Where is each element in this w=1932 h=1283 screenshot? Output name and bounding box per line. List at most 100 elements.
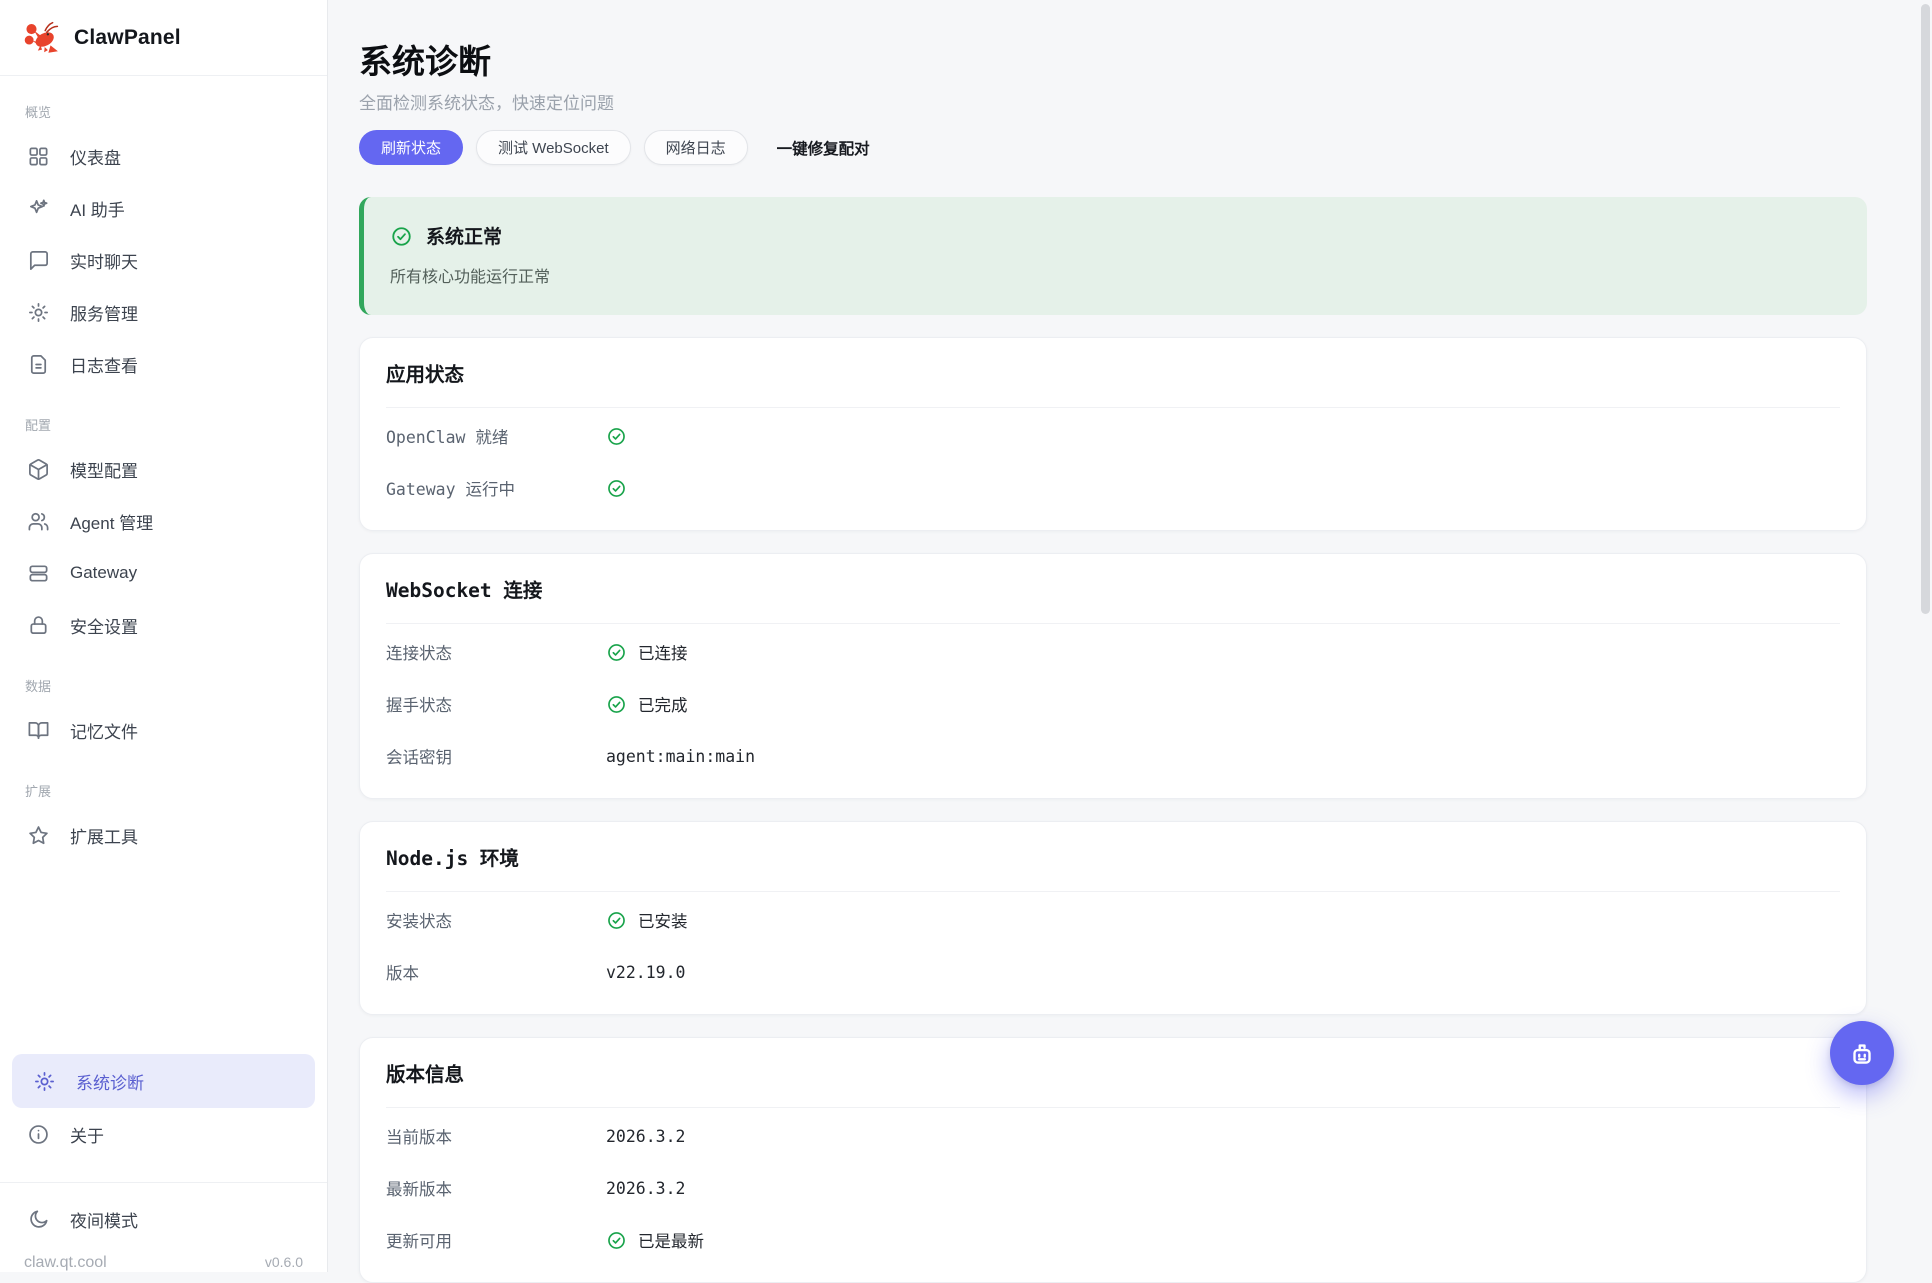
- card-version-info: 版本信息 当前版本 2026.3.2 最新版本 2026.3.2 更新可用 已是…: [359, 1037, 1867, 1283]
- lock-icon: [27, 614, 50, 637]
- divider: [386, 891, 1840, 892]
- sidebar-item-agent-management[interactable]: Agent 管理: [0, 495, 327, 547]
- status-row: 当前版本 2026.3.2: [386, 1110, 1840, 1162]
- server-icon: [27, 562, 50, 585]
- night-mode-label: 夜间模式: [70, 1207, 138, 1232]
- row-label: 会话密钥: [386, 744, 606, 768]
- sidebar-item-label: 模型配置: [70, 457, 138, 482]
- cube-icon: [27, 458, 50, 481]
- assistant-fab-button[interactable]: [1830, 1021, 1894, 1085]
- status-row: 最新版本 2026.3.2: [386, 1162, 1840, 1214]
- card-title: 版本信息: [386, 1063, 1840, 1087]
- sidebar-item-label: 关于: [70, 1122, 104, 1147]
- row-label: OpenClaw 就绪: [386, 424, 606, 448]
- row-value: 已是最新: [606, 1228, 704, 1252]
- book-icon: [27, 719, 50, 742]
- moon-icon: [27, 1208, 50, 1231]
- check-circle-icon: [606, 478, 627, 499]
- sidebar-item-label: 安全设置: [70, 613, 138, 638]
- sidebar-meta-row: claw.qt.cool v0.6.0: [0, 1245, 327, 1272]
- sidebar-item-label: 仪表盘: [70, 144, 121, 169]
- one-click-repair-button[interactable]: 一键修复配对: [765, 130, 882, 165]
- row-value-text: 已安装: [638, 908, 688, 932]
- sidebar-nav: 概览 仪表盘 AI 助手 实时聊天 服务管理 日志查看 配置 模型配置 A: [0, 76, 327, 1182]
- test-websocket-button[interactable]: 测试 WebSocket: [476, 130, 631, 165]
- sidebar-footer: 夜间模式 claw.qt.cool v0.6.0: [0, 1182, 327, 1272]
- row-value: agent:main:main: [606, 747, 755, 766]
- row-value-text: 已连接: [638, 640, 688, 664]
- status-row: 安装状态 已安装: [386, 894, 1840, 946]
- row-value: 2026.3.2: [606, 1127, 685, 1146]
- network-log-button[interactable]: 网络日志: [644, 130, 748, 165]
- sidebar-item-about[interactable]: 关于: [0, 1108, 327, 1160]
- grid-icon: [27, 145, 50, 168]
- nav-section-label: 扩展: [0, 756, 327, 809]
- card-title: 应用状态: [386, 363, 1840, 387]
- star-icon: [27, 824, 50, 847]
- sidebar-item-extension-tools[interactable]: 扩展工具: [0, 809, 327, 861]
- card-app-status: 应用状态 OpenClaw 就绪 Gateway 运行中: [359, 337, 1867, 531]
- chat-bubble-icon: [27, 249, 50, 272]
- sidebar-item-label: 系统诊断: [76, 1069, 144, 1094]
- sidebar-item-system-diagnostics[interactable]: 系统诊断: [12, 1054, 315, 1108]
- sidebar: ClawPanel 概览 仪表盘 AI 助手 实时聊天 服务管理 日志查看 配置…: [0, 0, 328, 1272]
- sidebar-item-log-viewer[interactable]: 日志查看: [0, 338, 327, 390]
- card-title: WebSocket 连接: [386, 579, 1840, 603]
- sun-icon: [27, 301, 50, 324]
- row-value: [606, 426, 627, 447]
- row-value-text: agent:main:main: [606, 747, 755, 766]
- row-label: 安装状态: [386, 908, 606, 932]
- row-value: 已完成: [606, 692, 688, 716]
- site-domain: claw.qt.cool: [24, 1254, 107, 1272]
- sidebar-item-dashboard[interactable]: 仪表盘: [0, 130, 327, 182]
- banner-message: 所有核心功能运行正常: [390, 266, 1841, 287]
- card-title: Node.js 环境: [386, 847, 1840, 871]
- lobster-icon: [22, 19, 60, 57]
- status-row: 更新可用 已是最新: [386, 1214, 1840, 1266]
- status-row: 连接状态 已连接: [386, 626, 1840, 678]
- check-circle-icon: [606, 910, 627, 931]
- app-version: v0.6.0: [265, 1254, 303, 1270]
- brand: ClawPanel: [0, 0, 327, 76]
- sidebar-item-live-chat[interactable]: 实时聊天: [0, 234, 327, 286]
- row-value-text: 2026.3.2: [606, 1127, 685, 1146]
- card-websocket: WebSocket 连接 连接状态 已连接 握手状态 已完成 会话密钥 a: [359, 553, 1867, 799]
- refresh-status-button[interactable]: 刷新状态: [359, 130, 463, 165]
- nav-section-label: 概览: [0, 82, 327, 130]
- page-subtitle: 全面检测系统状态，快速定位问题: [359, 93, 1867, 115]
- divider: [386, 1107, 1840, 1108]
- brand-name: ClawPanel: [74, 26, 181, 50]
- nav-section-label: 配置: [0, 390, 327, 443]
- sidebar-bottom-group: 系统诊断 关于: [0, 1054, 327, 1182]
- vertical-scrollbar-thumb[interactable]: [1921, 4, 1930, 614]
- sidebar-item-label: 扩展工具: [70, 823, 138, 848]
- status-row: 会话密钥 agent:main:main: [386, 730, 1840, 782]
- nav-section-label: 数据: [0, 651, 327, 704]
- row-value: 已连接: [606, 640, 688, 664]
- night-mode-toggle[interactable]: 夜间模式: [0, 1193, 327, 1245]
- sidebar-item-memory-files[interactable]: 记忆文件: [0, 704, 327, 756]
- sidebar-item-service-management[interactable]: 服务管理: [0, 286, 327, 338]
- sidebar-item-gateway[interactable]: Gateway: [0, 547, 327, 599]
- row-label: 最新版本: [386, 1176, 606, 1200]
- divider: [386, 623, 1840, 624]
- row-value: 已安装: [606, 908, 688, 932]
- row-value: 2026.3.2: [606, 1179, 685, 1198]
- sidebar-item-ai-assistant[interactable]: AI 助手: [0, 182, 327, 234]
- row-label: 握手状态: [386, 692, 606, 716]
- document-icon: [27, 353, 50, 376]
- sparkles-icon: [27, 197, 50, 220]
- status-row: Gateway 运行中: [386, 462, 1840, 514]
- sidebar-item-security-settings[interactable]: 安全设置: [0, 599, 327, 651]
- check-circle-icon: [606, 426, 627, 447]
- status-row: OpenClaw 就绪: [386, 410, 1840, 462]
- info-icon: [27, 1123, 50, 1146]
- users-icon: [27, 510, 50, 533]
- sidebar-item-label: Agent 管理: [70, 509, 153, 534]
- sidebar-item-label: 记忆文件: [70, 718, 138, 743]
- system-status-banner: 系统正常 所有核心功能运行正常: [359, 197, 1867, 315]
- toolbar: 刷新状态 测试 WebSocket 网络日志 一键修复配对: [359, 130, 1867, 165]
- row-label: Gateway 运行中: [386, 476, 606, 500]
- sidebar-item-model-config[interactable]: 模型配置: [0, 443, 327, 495]
- sidebar-item-label: 服务管理: [70, 300, 138, 325]
